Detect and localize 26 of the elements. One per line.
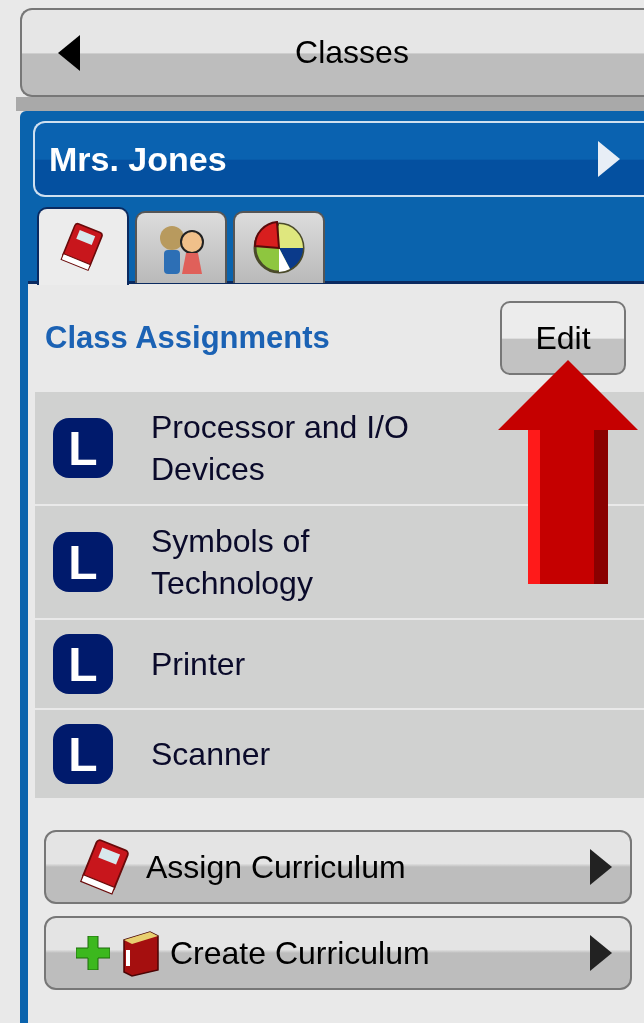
assignment-title: Symbols of Technology (151, 522, 314, 603)
assignment-item[interactable]: L Symbols of Technology (35, 506, 644, 618)
lesson-badge: L (53, 532, 113, 592)
caret-icon (590, 849, 612, 885)
back-arrow-icon (58, 34, 80, 71)
plus-icon (76, 936, 110, 970)
assignment-title: Printer (151, 645, 247, 684)
tab[interactable] (233, 211, 325, 283)
book-icon (120, 928, 160, 978)
lesson-badge: L (53, 634, 113, 694)
caret-icon (590, 935, 612, 971)
lesson-badge: L (53, 724, 113, 784)
tab[interactable] (135, 211, 227, 283)
tab[interactable] (37, 207, 129, 285)
edit-button[interactable]: Edit (500, 301, 626, 375)
curriculum-button[interactable]: Assign Curriculum (44, 830, 632, 904)
lesson-badge: L (53, 418, 113, 478)
assignment-item[interactable]: L Scanner (35, 710, 644, 798)
teacher-button[interactable]: Mrs. Jones (33, 121, 644, 197)
section-title: Class Assignments (45, 320, 330, 356)
back-header-button[interactable]: Classes (20, 8, 644, 97)
assignment-title: Processor and I/O Devices (151, 408, 410, 489)
assignment-item[interactable]: L Printer (35, 620, 644, 708)
forward-arrow-icon (598, 141, 620, 177)
curriculum-button[interactable]: Create Curriculum (44, 916, 632, 990)
assignment-title: Scanner (151, 735, 272, 774)
